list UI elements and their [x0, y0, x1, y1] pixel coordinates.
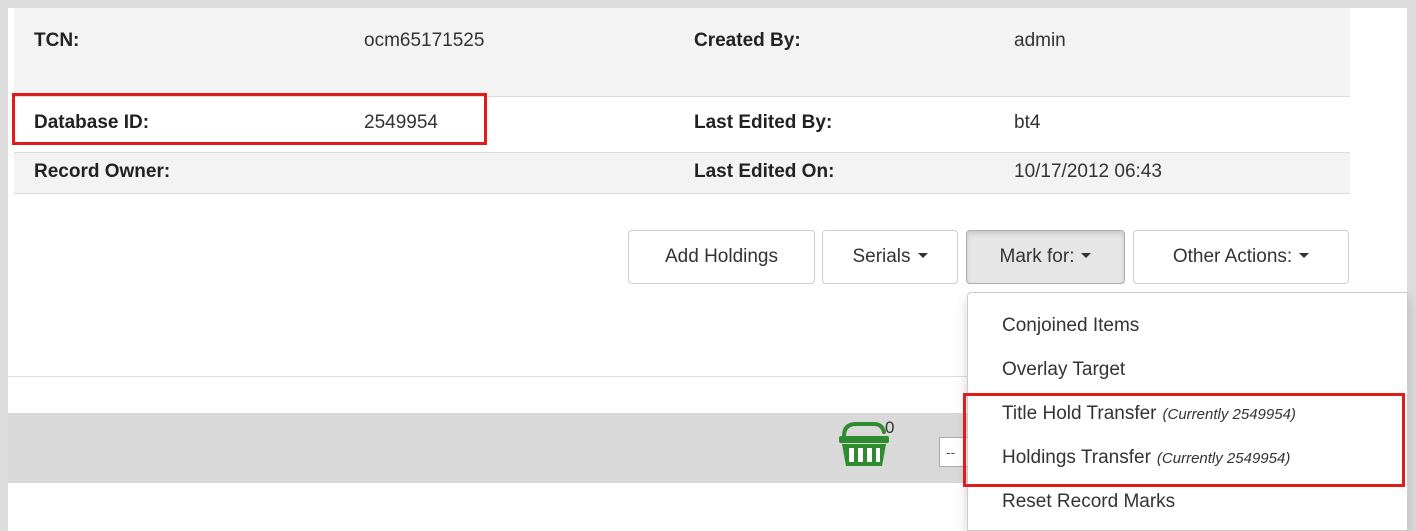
menu-item-reset-record-marks[interactable]: Reset Record Marks [1002, 491, 1175, 513]
serials-label: Serials [852, 246, 911, 267]
menu-item-conjoined-items[interactable]: Conjoined Items [1002, 315, 1139, 337]
mark-for-dropdown-menu: Conjoined Items Overlay Target Title Hol… [967, 292, 1408, 531]
menu-item-label: Overlay Target [1002, 359, 1126, 380]
last-edited-by-label: Last Edited By: [694, 112, 833, 133]
last-edited-by-value: bt4 [1014, 112, 1041, 133]
mark-for-label: Mark for: [999, 246, 1075, 267]
record-owner-label: Record Owner: [34, 161, 171, 182]
add-holdings-button[interactable]: Add Holdings [628, 230, 815, 284]
summary-row-tcn: TCN: ocm65171525 Created By: admin [14, 8, 1350, 97]
menu-item-label: Conjoined Items [1002, 315, 1140, 336]
window-frame-top [0, 0, 1416, 8]
other-actions-label: Other Actions: [1172, 246, 1293, 267]
created-by-label: Created By: [694, 30, 801, 51]
caret-down-icon [917, 253, 928, 259]
created-by-value: admin [1014, 30, 1066, 51]
database-id-label: Database ID: [34, 112, 150, 133]
last-edited-on-label: Last Edited On: [694, 161, 835, 182]
window-frame-right [1407, 0, 1416, 531]
menu-item-label: Reset Record Marks [1002, 491, 1176, 512]
add-holdings-label: Add Holdings [664, 246, 779, 267]
last-edited-on-value: 10/17/2012 06:43 [1014, 161, 1162, 182]
caret-down-icon [1081, 253, 1092, 259]
database-id-value: 2549954 [364, 112, 438, 133]
tcn-label: TCN: [34, 30, 80, 51]
menu-item-note: (Currently 2549954) [1156, 450, 1291, 467]
menu-item-overlay-target[interactable]: Overlay Target [1002, 359, 1125, 381]
basket-count: 0 [885, 418, 895, 437]
summary-row-record-owner: Record Owner: Last Edited On: 10/17/2012… [14, 153, 1350, 194]
caret-down-icon [1299, 253, 1310, 259]
window-frame-left [0, 0, 8, 531]
serials-dropdown-button[interactable]: Serials [822, 230, 958, 284]
menu-item-label: Title Hold Transfer [1002, 403, 1157, 424]
tcn-value: ocm65171525 [364, 30, 485, 51]
menu-item-title-hold-transfer[interactable]: Title Hold Transfer (Currently 2549954) [1002, 403, 1296, 425]
mark-for-dropdown-button[interactable]: Mark for: [966, 230, 1125, 284]
menu-item-holdings-transfer[interactable]: Holdings Transfer (Currently 2549954) [1002, 447, 1290, 469]
summary-row-database-id: Database ID: 2549954 Last Edited By: bt4 [14, 97, 1350, 153]
other-actions-dropdown-button[interactable]: Other Actions: [1133, 230, 1349, 284]
menu-item-label: Holdings Transfer [1002, 447, 1151, 468]
menu-item-note: (Currently 2549954) [1162, 406, 1296, 423]
